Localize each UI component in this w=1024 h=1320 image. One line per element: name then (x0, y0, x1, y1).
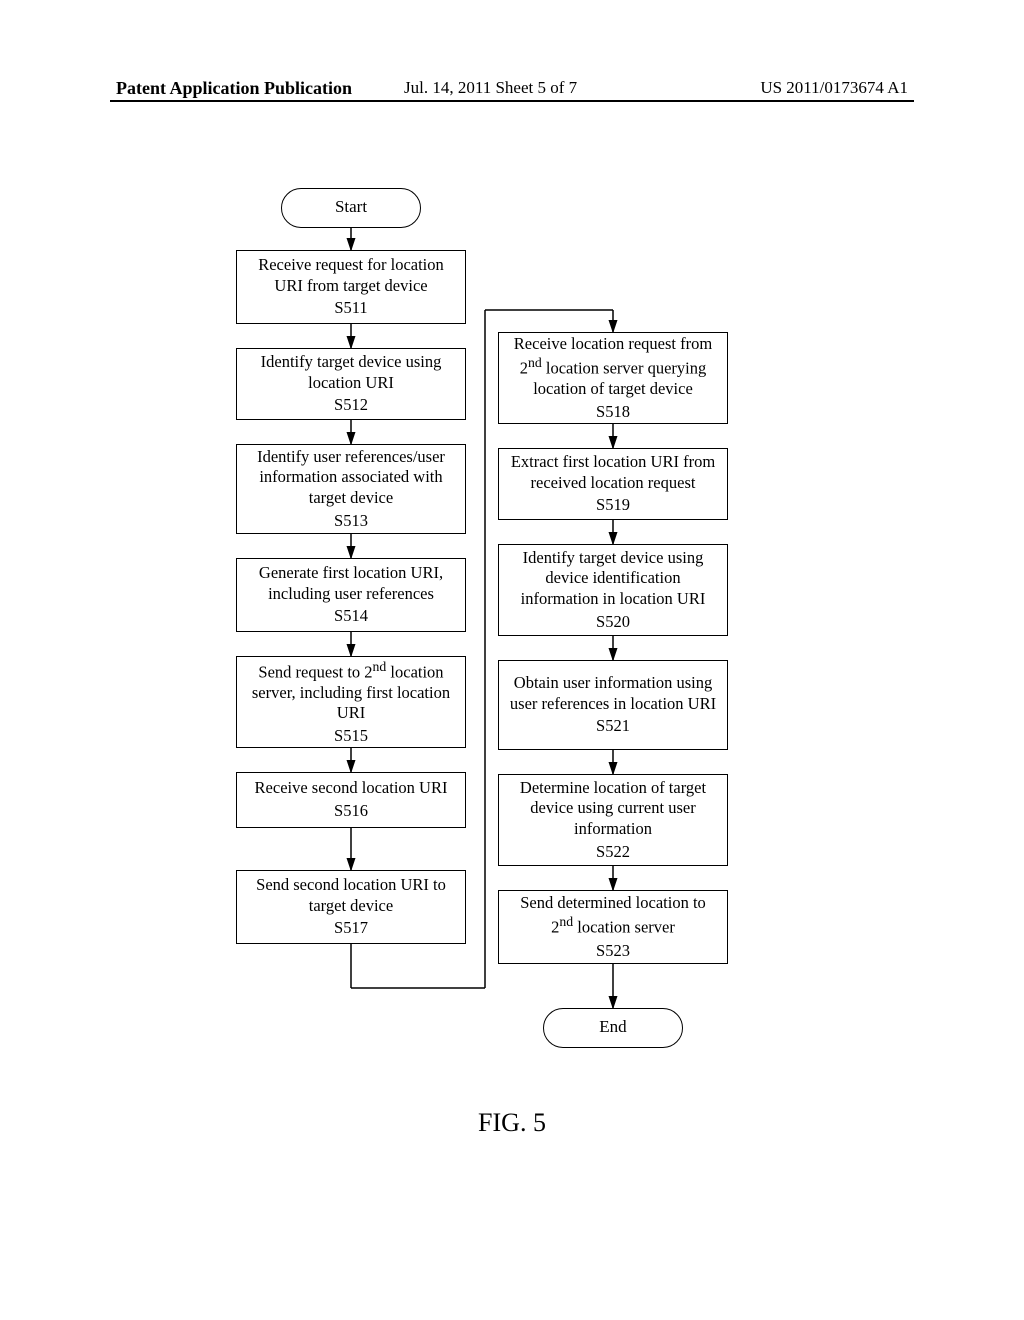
step-s511: Receive request for location URI from ta… (236, 250, 466, 324)
step-text: Identify target device using device iden… (509, 548, 717, 610)
step-text: Obtain user information using user refer… (509, 673, 717, 714)
step-s517: Send second location URI to target devic… (236, 870, 466, 944)
header-left: Patent Application Publication (116, 78, 352, 99)
patent-page: Patent Application Publication Jul. 14, … (0, 0, 1024, 1320)
step-text: Send second location URI to target devic… (247, 875, 455, 916)
step-id: S516 (247, 801, 455, 822)
flowchart: Start Receive request for location URI f… (200, 188, 880, 1108)
step-text: Receive location request from 2nd locati… (509, 334, 717, 400)
step-id: S514 (247, 606, 455, 627)
step-text: Identify user references/user informatio… (247, 447, 455, 509)
end-label: End (599, 1017, 626, 1036)
step-s519: Extract first location URI from received… (498, 448, 728, 520)
step-s518: Receive location request from 2nd locati… (498, 332, 728, 424)
step-s520: Identify target device using device iden… (498, 544, 728, 636)
step-s522: Determine location of target device usin… (498, 774, 728, 866)
step-text: Send request to 2nd location server, inc… (247, 658, 455, 724)
step-text: Send determined location to 2nd location… (509, 893, 717, 939)
connectors (200, 188, 880, 1108)
step-s512: Identify target device using location UR… (236, 348, 466, 420)
step-text: Determine location of target device usin… (509, 778, 717, 840)
step-id: S520 (509, 612, 717, 633)
step-text: Identify target device using location UR… (247, 352, 455, 393)
step-text: Generate first location URI, including u… (247, 563, 455, 604)
header-rule (110, 100, 914, 102)
step-id: S523 (509, 941, 717, 962)
header-right: US 2011/0173674 A1 (760, 78, 908, 98)
step-s521: Obtain user information using user refer… (498, 660, 728, 750)
terminator-end: End (543, 1008, 683, 1048)
step-s514: Generate first location URI, including u… (236, 558, 466, 632)
step-s513: Identify user references/user informatio… (236, 444, 466, 534)
terminator-start: Start (281, 188, 421, 228)
step-id: S513 (247, 511, 455, 532)
step-text: Receive request for location URI from ta… (247, 255, 455, 296)
step-id: S511 (247, 298, 455, 319)
step-s523: Send determined location to 2nd location… (498, 890, 728, 964)
step-id: S521 (509, 716, 717, 737)
step-id: S517 (247, 918, 455, 939)
step-s515: Send request to 2nd location server, inc… (236, 656, 466, 748)
header-middle: Jul. 14, 2011 Sheet 5 of 7 (404, 78, 577, 98)
step-s516: Receive second location URI S516 (236, 772, 466, 828)
step-text: Receive second location URI (247, 778, 455, 799)
step-id: S519 (509, 495, 717, 516)
figure-label: FIG. 5 (0, 1108, 1024, 1138)
step-id: S515 (247, 726, 455, 747)
step-id: S522 (509, 842, 717, 863)
start-label: Start (335, 197, 367, 216)
step-id: S518 (509, 402, 717, 423)
step-id: S512 (247, 395, 455, 416)
step-text: Extract first location URI from received… (509, 452, 717, 493)
